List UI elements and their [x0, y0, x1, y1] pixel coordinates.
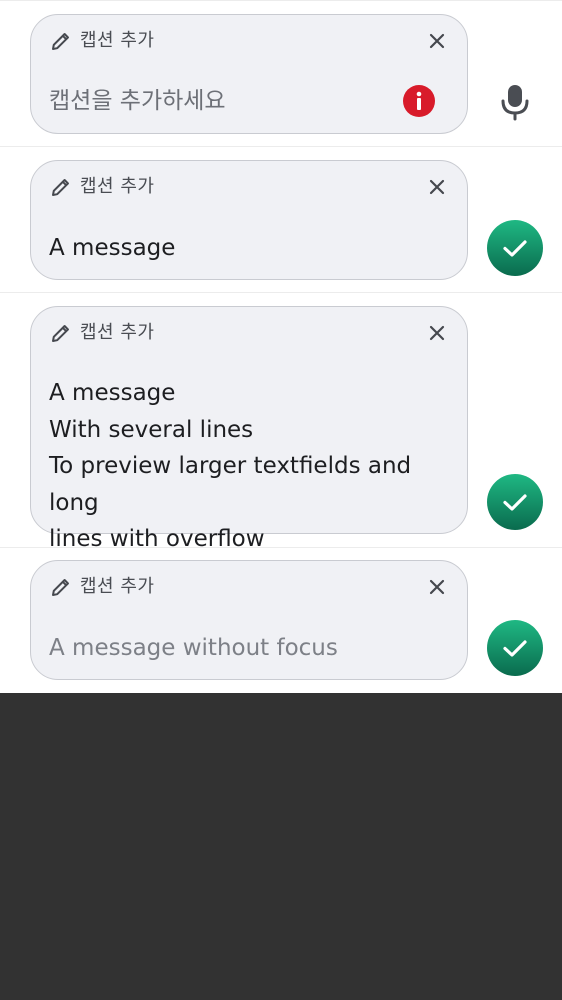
pencil-icon [52, 179, 69, 196]
caption-input-text[interactable]: A message without focus [49, 630, 449, 667]
check-icon [503, 640, 527, 657]
caption-field-header: 캡션 추가 [49, 28, 449, 54]
pencil-icon [52, 33, 69, 50]
close-icon[interactable] [427, 323, 447, 343]
caption-field-title: 캡션 추가 [80, 30, 155, 51]
caption-field-header: 캡션 추가 [49, 574, 449, 600]
caption-field-header: 캡션 추가 [49, 320, 449, 346]
pencil-icon [52, 325, 69, 342]
caption-row-unfocused: 캡션 추가 A message without focus [0, 548, 562, 693]
caption-input-placeholder[interactable]: 캡션을 추가하세요 [49, 83, 449, 120]
caption-field-header: 캡션 추가 [49, 174, 449, 200]
caption-field-title: 캡션 추가 [80, 176, 155, 197]
caption-input-text[interactable]: A message With several lines To preview … [49, 375, 449, 558]
close-icon[interactable] [427, 177, 447, 197]
mic-icon[interactable] [498, 82, 532, 122]
caption-field[interactable]: 캡션 추가 A message without focus [30, 560, 468, 680]
error-info-icon [403, 85, 435, 117]
caption-row-single-line: 캡션 추가 A message [0, 147, 562, 293]
send-button[interactable] [487, 220, 543, 276]
caption-field-preview-list: 캡션 추가 캡션을 추가하세요 캡션 추가 A message 캡션 추가 A … [0, 0, 562, 693]
caption-field[interactable]: 캡션 추가 A message With several lines To pr… [30, 306, 468, 552]
caption-row-empty: 캡션 추가 캡션을 추가하세요 [0, 1, 562, 147]
close-icon[interactable] [427, 31, 447, 51]
send-button[interactable] [487, 474, 543, 530]
caption-field-title: 캡션 추가 [80, 576, 155, 597]
check-icon [503, 494, 527, 511]
send-button[interactable] [487, 620, 543, 676]
pencil-icon [52, 579, 69, 596]
caption-field[interactable]: 캡션 추가 캡션을 추가하세요 [30, 14, 468, 134]
caption-input-text[interactable]: A message [49, 230, 449, 267]
caption-field-title: 캡션 추가 [80, 322, 155, 343]
check-icon [503, 240, 527, 257]
caption-row-multi-line: 캡션 추가 A message With several lines To pr… [0, 293, 562, 552]
close-icon[interactable] [427, 577, 447, 597]
caption-field[interactable]: 캡션 추가 A message [30, 160, 468, 280]
